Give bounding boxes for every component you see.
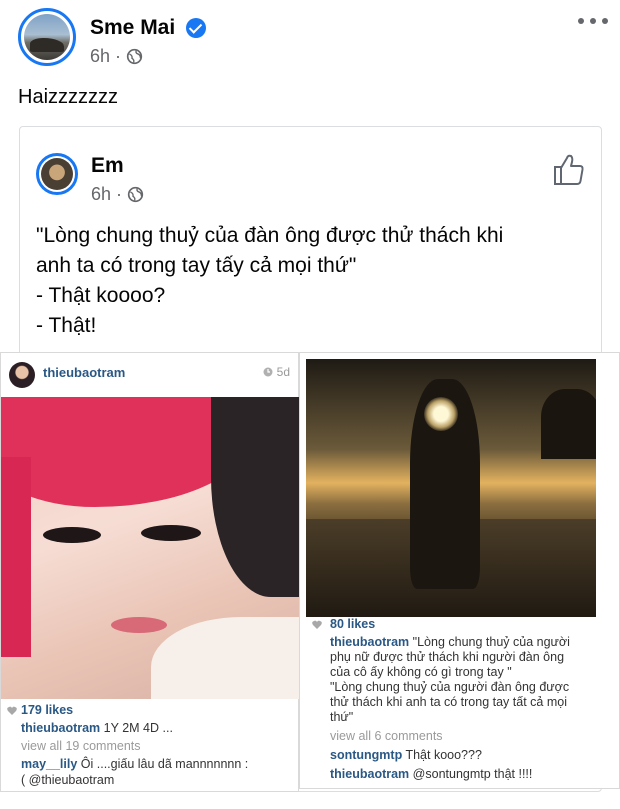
ig-comment-text: @sontungmtp thật !!!! [412,767,533,781]
verified-badge-icon [186,18,206,38]
ig-caption-user: thieubaotram [330,635,410,649]
quote-line: anh ta có trong tay tấy cả mọi thứ" [36,254,357,277]
heart-icon [7,706,17,715]
author-name[interactable]: Sme Mai [90,16,175,40]
ig-age-text: 5d [276,365,290,379]
post-meta: 6h · [90,46,143,67]
quote-line: - Thật koooo? [36,284,166,307]
ig-caption-line: "Lòng chung thuỷ của người đàn ông được [330,680,570,694]
ig-caption-line: thử thách khi anh ta có trong tay tất cả… [330,695,567,709]
ig-comment-user: thieubaotram [330,767,410,781]
ig-post-header: thieubaotram 5d [1,353,300,393]
shared-post-header: Em 6h · [36,151,586,204]
ig-photo-portrait [1,397,300,699]
more-options-icon[interactable] [578,18,608,28]
shared-post-time[interactable]: 6h [91,184,111,205]
instagram-screenshot-right[interactable]: 80 likes thieubaotram "Lòng chung thuỷ c… [299,352,620,789]
ig-likes: 179 likes [21,703,74,717]
ig-caption-user: thieubaotram [21,721,101,735]
ig-caption-line: của cô ấy không có gì trong tay " [330,665,512,679]
ig-caption: thieubaotram "Lòng chung thuỷ của người … [330,635,616,725]
ig-view-comments: view all 19 comments [21,739,141,753]
quote-line: "Lòng chung thuỷ của đàn ông được thử th… [36,224,504,247]
thumbs-up-icon[interactable] [552,153,586,187]
ig-comment-user: sontungmtp [330,748,403,762]
quote-line: - Thật! [36,314,97,337]
ig-view-comments: view all 6 comments [330,729,443,743]
author-avatar[interactable] [18,8,76,66]
meta-separator: · [115,46,122,66]
ig-comment-continued: ( @thieubaotram [21,773,115,787]
clock-icon [263,367,273,377]
post-text: Haizzzzzzz [18,86,119,108]
meta-separator: · [116,184,123,204]
post-header: Sme Mai 6h · [18,8,608,70]
ig-caption-line: phụ nữ được thử thách khi người đàn ông [330,650,565,664]
ig-comment-user: may__lily [21,757,78,771]
ig-photo-beach-couple [306,359,596,617]
ig-caption-text: 1Y 2M 4D ... [103,721,173,735]
ig-comment-text: Ôi ....giấu lâu dã mannnnnnn : [80,757,249,771]
instagram-screenshot-left[interactable]: thieubaotram 5d 179 likes thieubaotram 1… [0,352,300,792]
post-time[interactable]: 6h [90,46,110,67]
ig-avatar [9,362,35,388]
ig-comment: sontungmtp Thật kooo??? [330,748,616,763]
ig-post-age: 5d [263,365,290,379]
globe-icon[interactable] [126,48,143,65]
ig-username: thieubaotram [43,365,126,380]
shared-author-name[interactable]: Em [91,154,124,178]
shared-post-meta: 6h · [91,184,144,205]
ig-comment: may__lily Ôi ....giấu lâu dã mannnnnnn : [21,757,248,771]
ig-caption-line: thứ" [330,710,354,724]
shared-quote: "Lòng chung thuỷ của đàn ông được thử th… [36,221,576,341]
heart-icon [312,620,322,629]
ig-caption-line: "Lòng chung thuỷ của người [412,635,570,649]
ig-caption: thieubaotram 1Y 2M 4D ... [21,721,173,735]
ig-comment: thieubaotram @sontungmtp thật !!!! [330,767,616,782]
ig-comment-text: Thật kooo??? [405,748,482,762]
ig-likes: 80 likes [330,617,376,631]
shared-author-avatar[interactable] [36,153,78,195]
globe-icon[interactable] [127,186,144,203]
